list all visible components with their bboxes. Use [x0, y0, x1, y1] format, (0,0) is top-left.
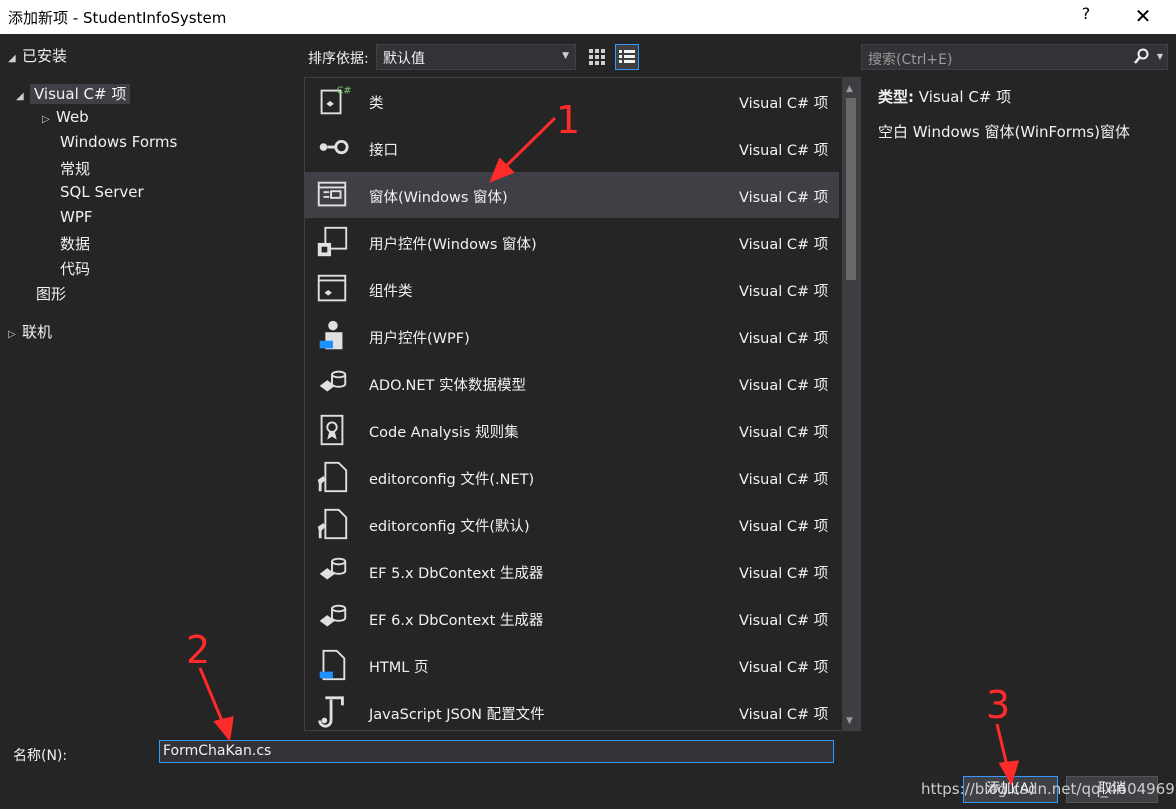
annotation-arrow-1 — [498, 116, 557, 174]
annotation-arrow-2 — [198, 667, 227, 729]
annotation-arrowhead-2 — [213, 715, 234, 742]
annotation-arrows — [198, 116, 1020, 786]
annotation-arrowhead-3 — [998, 760, 1020, 786]
